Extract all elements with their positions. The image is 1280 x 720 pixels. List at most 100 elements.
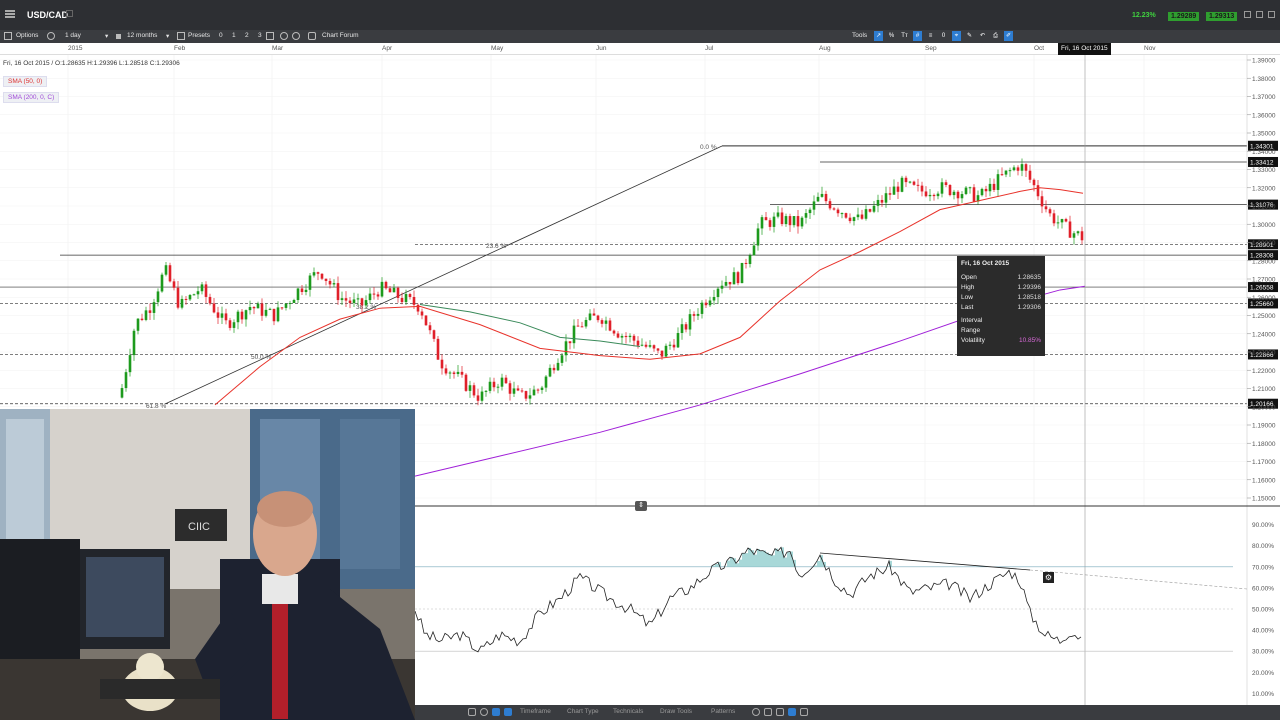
candle-body (568, 341, 572, 344)
sma-200-legend[interactable]: SMA (200, 0, C) (3, 92, 60, 103)
close-icon[interactable] (1268, 11, 1275, 18)
candle-body (848, 217, 852, 222)
candle-body (484, 390, 488, 392)
candle-body (1000, 174, 1004, 176)
candle-body (308, 275, 312, 290)
preset-2[interactable]: 2 (245, 32, 249, 39)
candle-body (988, 183, 992, 192)
oscillator-trend-extension (1029, 569, 1248, 590)
bid-price[interactable]: 1.29289 (1168, 12, 1200, 21)
ask-price[interactable]: 1.29313 (1206, 12, 1238, 21)
presets-button[interactable]: Presets (188, 32, 210, 39)
candle-body (132, 330, 136, 356)
price-tick-label: 1.15000 (1252, 496, 1276, 503)
tooltip-last: 1.29306 (1017, 304, 1042, 311)
candle-body (788, 216, 792, 226)
candle-body (1004, 170, 1008, 175)
fit-icon[interactable] (788, 708, 796, 716)
candle-body (652, 345, 656, 349)
options-button[interactable]: Options (16, 32, 38, 39)
price-level-tag-label: 1.33412 (1250, 159, 1274, 166)
draw-icon[interactable]: ✐ (1004, 31, 1013, 41)
window-popout-icon[interactable] (1244, 11, 1251, 18)
fibonacci-icon[interactable]: ≡ (926, 31, 935, 41)
settings-gear-icon[interactable] (47, 32, 55, 40)
candle-body (264, 309, 268, 316)
magnet-icon[interactable]: ⌖ (952, 31, 961, 41)
symbol-search-icon[interactable] (66, 10, 73, 17)
timeframe-menu[interactable]: Timeframe (520, 708, 551, 715)
candle-body (488, 381, 492, 391)
candle-body (560, 355, 564, 363)
candle-body (772, 216, 776, 227)
history-icon[interactable] (480, 708, 488, 716)
refresh-icon[interactable] (280, 32, 288, 40)
chevron-down-icon[interactable]: ▾ (105, 32, 108, 40)
candle-body (200, 284, 204, 292)
candle-body (504, 377, 508, 384)
zoom-icon[interactable] (752, 708, 760, 716)
calendar-icon[interactable] (116, 34, 121, 39)
month-label: Oct (1034, 45, 1045, 52)
grid-icon[interactable]: # (913, 31, 922, 41)
pin-icon[interactable]: ✎ (965, 31, 974, 41)
scissors-icon[interactable] (504, 708, 512, 716)
candle-body (424, 315, 428, 326)
layout-icon[interactable] (468, 708, 476, 716)
price-tick-label: 1.16000 (1252, 477, 1276, 484)
candle-body (616, 333, 620, 338)
pencil-icon[interactable] (492, 708, 500, 716)
candle-body (824, 193, 828, 202)
candle-body (392, 287, 396, 293)
month-label: Apr (382, 45, 393, 52)
candle-body (1012, 167, 1016, 171)
percent-button[interactable]: % (887, 31, 896, 41)
period-select[interactable]: 12 months (127, 32, 157, 39)
presets-icon[interactable] (177, 32, 185, 40)
gear-icon[interactable]: ⚙ (1043, 572, 1054, 583)
trend-line-icon[interactable]: ↗ (874, 31, 883, 41)
panel-resize-handle[interactable]: ⇕ (635, 501, 647, 511)
text-tool-icon[interactable]: Tт (900, 31, 909, 41)
candle-body (940, 182, 944, 194)
technicals-menu[interactable]: Technicals (613, 708, 643, 715)
menu-icon[interactable] (5, 10, 15, 18)
patterns-menu[interactable]: Patterns (711, 708, 735, 715)
chart-type-menu[interactable]: Chart Type (567, 708, 599, 715)
candle-body (420, 311, 424, 316)
candle-body (348, 300, 352, 304)
crosshair-icon[interactable] (266, 32, 274, 40)
candle-body (860, 214, 864, 219)
zoom-out-icon[interactable] (764, 708, 772, 716)
options-icon[interactable] (4, 32, 12, 40)
chat-bubble-icon[interactable] (308, 32, 316, 40)
chart-forum-link[interactable]: Chart Forum (322, 32, 358, 39)
candle-body (472, 385, 476, 396)
undo-icon[interactable]: ↶ (978, 31, 987, 41)
candle-body (188, 295, 192, 300)
print-icon[interactable]: ⎙ (991, 31, 1000, 41)
preset-0[interactable]: 0 (219, 32, 223, 39)
chevron-down-icon[interactable]: ▾ (166, 32, 169, 40)
candle-body (792, 216, 796, 226)
zoom-in-icon[interactable] (776, 708, 784, 716)
sma-50-legend[interactable]: SMA (50, 0) (3, 76, 48, 87)
preset-1[interactable]: 1 (232, 32, 236, 39)
candle-body (364, 300, 368, 306)
logo-text: CIIC (188, 521, 210, 533)
candle-body (492, 381, 496, 388)
instrument-symbol[interactable]: USD/CAD (27, 10, 68, 20)
price-tick-label: 1.30000 (1252, 222, 1276, 229)
price-tick-label: 1.25000 (1252, 313, 1276, 320)
minimize-icon[interactable] (1256, 11, 1263, 18)
month-label: Aug (819, 45, 831, 52)
gear-icon[interactable] (292, 32, 300, 40)
webcam-overlay: CIIC (0, 409, 415, 720)
preset-3[interactable]: 3 (258, 32, 262, 39)
fullscreen-icon[interactable] (800, 708, 808, 716)
candle-body (1080, 231, 1084, 241)
zero-button[interactable]: 0 (939, 31, 948, 41)
interval-select[interactable]: 1 day (65, 32, 81, 39)
candle-body (1036, 185, 1040, 197)
draw-tools-menu[interactable]: Draw Tools (660, 708, 692, 715)
